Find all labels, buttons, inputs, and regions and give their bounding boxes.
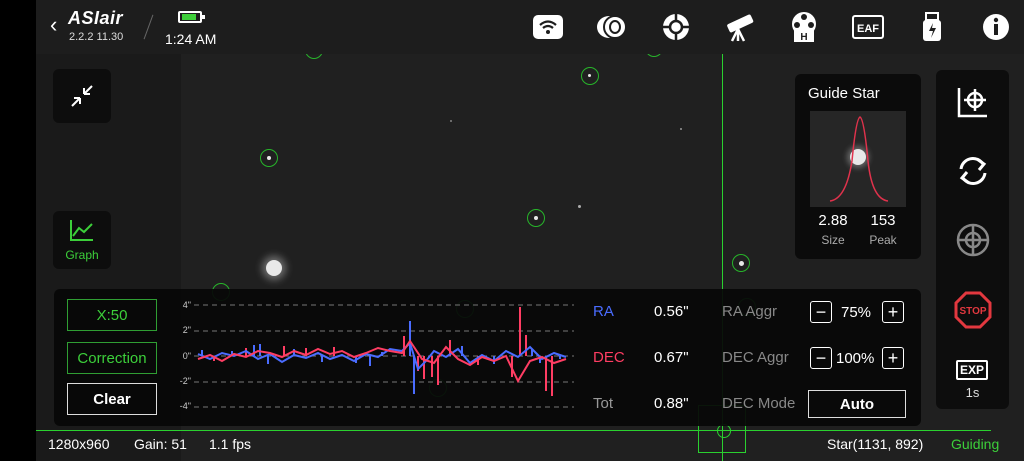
stop-icon[interactable]: STOP (953, 290, 993, 330)
graph-icon (70, 220, 93, 241)
star-detection-ring (527, 209, 545, 227)
fps-readout: 1.1 fps (209, 436, 252, 452)
ra-label: RA (593, 303, 614, 320)
wifi-icon[interactable] (530, 9, 566, 45)
dec-aggr-minus-button[interactable]: − (810, 347, 832, 369)
right-control-panel: STOP EXP 1s (936, 70, 1009, 409)
dec-label: DEC (593, 349, 625, 366)
star-detection-ring (732, 254, 750, 272)
star-peak-value: 153 (870, 212, 896, 229)
info-icon[interactable] (978, 9, 1014, 45)
dec-mode-label: DEC Mode (722, 395, 796, 412)
guide-target-icon[interactable] (953, 220, 993, 260)
guide-star-thumbnail (810, 111, 906, 207)
star-position-readout: Star(1131, 892) (827, 436, 924, 452)
ra-aggr-label: RA Aggr (722, 303, 778, 320)
back-icon[interactable]: ‹ (50, 14, 57, 36)
scale-button[interactable]: X:50 (67, 299, 157, 331)
clear-button[interactable]: Clear (67, 383, 157, 415)
star-profile-curve (829, 116, 889, 202)
dec-aggr-label: DEC Aggr (722, 349, 789, 366)
eaf-focuser-icon[interactable]: EAF (850, 9, 886, 45)
guide-scope-icon[interactable] (658, 9, 694, 45)
gain-readout: Gain: 51 (134, 436, 187, 452)
crosshair-horizontal (36, 430, 991, 431)
target-ring (717, 424, 731, 438)
tot-label: Tot (593, 395, 614, 412)
telescope-icon[interactable] (722, 9, 758, 45)
star (578, 205, 581, 208)
ra-aggr-value: 75% (841, 304, 872, 321)
star-detection-ring (581, 67, 599, 85)
filter-wheel-icon[interactable]: H (786, 9, 822, 45)
battery-icon (178, 11, 205, 23)
exposure-value: 1s (965, 385, 980, 400)
app-version: 2.2.2 11.30 (69, 31, 124, 43)
graph-label: Graph (65, 248, 99, 262)
star (680, 128, 682, 130)
dec-value: 0.67" (654, 349, 689, 366)
guide-graph-panel: X:50 Correction Clear 4" 2" 0" -2" -4" R… (54, 289, 921, 426)
refresh-loop-icon[interactable] (953, 151, 993, 191)
dec-aggr-plus-button[interactable]: + (882, 347, 904, 369)
ra-aggr-minus-button[interactable]: − (810, 301, 832, 323)
dec-aggr-value: 100% (836, 350, 875, 367)
ra-value: 0.56" (654, 303, 689, 320)
resolution-readout: 1280x960 (48, 436, 110, 452)
bright-star (266, 260, 282, 276)
star-peak-label: Peak (869, 233, 897, 247)
y-tick-label: -2" (179, 376, 191, 386)
tot-value: 0.88" (654, 395, 689, 412)
ra-aggr-plus-button[interactable]: + (882, 301, 904, 323)
camera-icon[interactable] (594, 9, 630, 45)
correction-button[interactable]: Correction (67, 342, 157, 374)
y-tick-label: 0" (182, 351, 191, 361)
dec-mode-select[interactable]: Auto (808, 390, 906, 418)
app-logo: ASIair (68, 8, 124, 28)
graph-button[interactable]: Graph (53, 211, 111, 269)
filter-label: H (800, 32, 807, 43)
star (450, 120, 452, 122)
star-size-value: 2.88 (818, 212, 848, 229)
stop-label: STOP (959, 306, 986, 317)
guiding-status: Guiding (951, 436, 1000, 452)
collapse-button[interactable] (53, 69, 111, 123)
guide-star-panel: Guide Star 2.88 153 Size Peak (795, 74, 921, 259)
exposure-button[interactable]: EXP (956, 360, 988, 380)
collapse-icon (71, 85, 93, 107)
y-tick-label: 2" (182, 325, 191, 335)
eaf-label: EAF (857, 23, 879, 35)
y-tick-label: 4" (182, 300, 191, 310)
y-tick-label: -4" (179, 401, 191, 411)
guide-error-graph (194, 304, 574, 408)
guide-star-title: Guide Star (808, 85, 880, 102)
star-detection-ring (260, 149, 278, 167)
usb-storage-icon[interactable] (914, 9, 950, 45)
star-size-label: Size (821, 233, 845, 247)
clock: 1:24 AM (165, 31, 217, 47)
calibrate-icon[interactable] (953, 82, 993, 122)
